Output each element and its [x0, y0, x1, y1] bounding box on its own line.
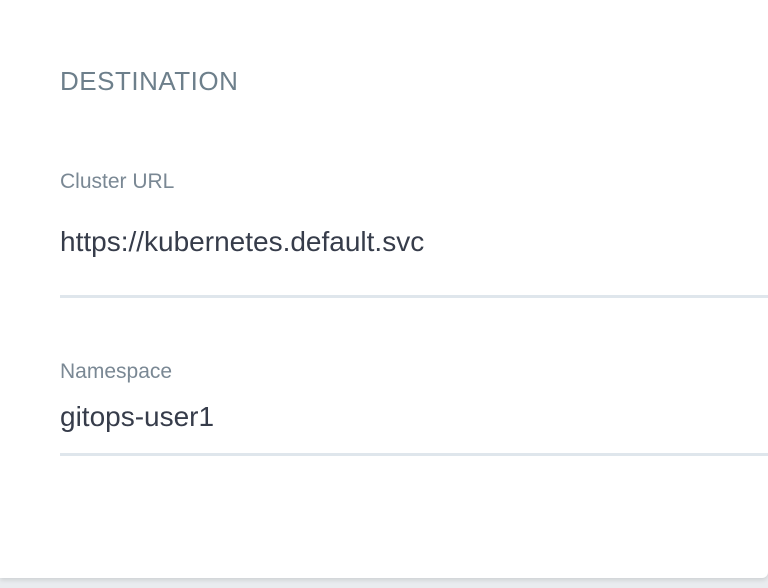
- destination-panel: DESTINATION Cluster URL Namespace: [0, 0, 768, 578]
- namespace-input[interactable]: [60, 398, 768, 456]
- section-title: DESTINATION: [60, 66, 239, 96]
- cluster-url-input[interactable]: [60, 222, 768, 298]
- namespace-label: Namespace: [60, 360, 173, 383]
- cluster-url-label: Cluster URL: [60, 170, 175, 193]
